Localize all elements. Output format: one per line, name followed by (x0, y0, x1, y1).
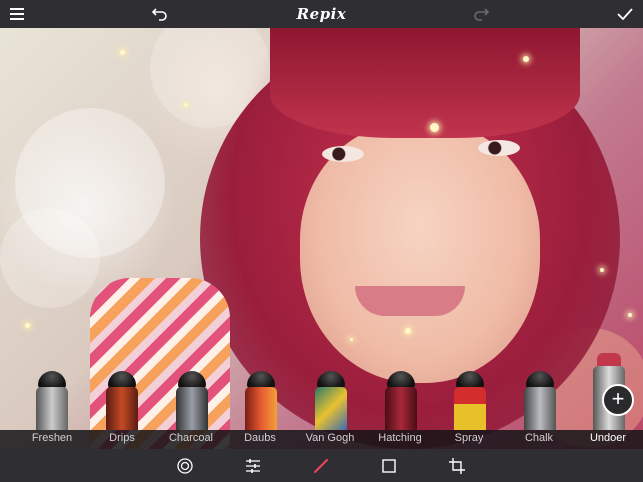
bangs (270, 28, 580, 138)
crop-icon[interactable] (447, 456, 467, 476)
brush-tube (385, 387, 417, 430)
brush-tube (454, 387, 486, 430)
eye (478, 140, 520, 156)
brush-label: Van Gogh (305, 432, 355, 444)
brush-label: Drips (109, 432, 135, 444)
app-title: Repix (296, 5, 347, 23)
face (300, 123, 540, 383)
frame-square-icon[interactable] (379, 456, 399, 476)
sparkle (25, 323, 30, 328)
brush-tube (245, 387, 277, 430)
add-brush-plus-icon[interactable]: + (602, 384, 634, 416)
brush-tube (315, 387, 347, 430)
adjust-sliders-icon[interactable] (243, 456, 263, 476)
brush-tube (176, 387, 208, 430)
brush-icon[interactable] (311, 456, 331, 476)
eye (322, 146, 364, 162)
bokeh-light (0, 208, 100, 308)
brush-label: Freshen (31, 432, 73, 444)
sparkle (628, 313, 632, 317)
sparkle (430, 123, 439, 132)
brush-label: Daubs (244, 432, 276, 444)
brush-label: Undoer (589, 432, 627, 444)
brush-tube (36, 387, 68, 430)
circle-target-icon[interactable] (175, 456, 195, 476)
sparkle (600, 268, 604, 272)
sparkle (523, 56, 529, 62)
sparkle (184, 103, 188, 107)
brush-tube (106, 387, 138, 430)
smile (355, 286, 465, 316)
redo-icon[interactable] (467, 0, 495, 28)
brush-label: Spray (454, 432, 484, 444)
sparkle (350, 338, 353, 341)
sparkle (120, 50, 125, 55)
brush-tube (524, 387, 556, 430)
brush-label: Chalk (524, 432, 554, 444)
top-toolbar: Repix (0, 0, 643, 28)
brush-label: Charcoal (168, 432, 214, 444)
brush-cap (597, 353, 621, 367)
brush-label: Hatching (378, 432, 422, 444)
confirm-checkmark-icon[interactable] (611, 0, 639, 28)
sparkle (405, 328, 411, 334)
